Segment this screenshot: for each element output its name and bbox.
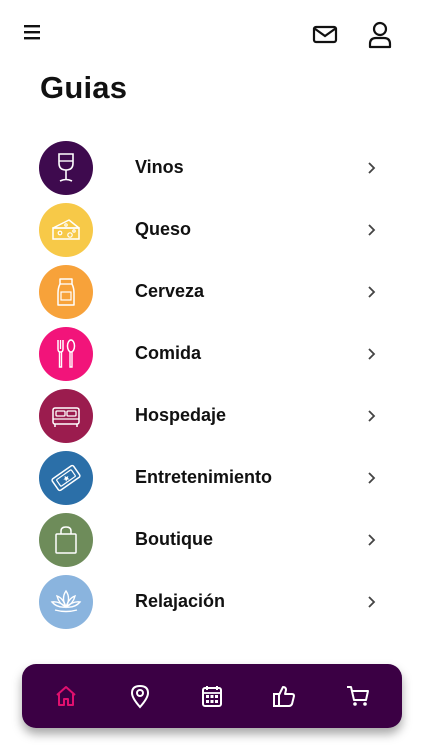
list-item-cerveza[interactable]: Cerveza — [0, 262, 422, 324]
cheese-icon — [39, 203, 93, 257]
user-icon[interactable] — [366, 20, 394, 50]
chevron-right-icon — [368, 224, 376, 236]
cutlery-icon — [39, 327, 93, 381]
list-item-label: Entretenimiento — [135, 467, 273, 487]
list-item-vinos[interactable]: Vinos — [0, 138, 422, 200]
list-item-label: Comida — [135, 343, 202, 363]
ticket-icon — [39, 451, 93, 505]
location-pin-icon[interactable] — [123, 679, 157, 713]
beer-icon — [39, 265, 93, 319]
lotus-icon — [39, 575, 93, 629]
list-item-queso[interactable]: Queso — [0, 200, 422, 262]
list-item-label: Vinos — [135, 157, 184, 177]
list-item-hospedaje[interactable]: Hospedaje — [0, 386, 422, 448]
list-item-entretenimiento[interactable]: Entretenimiento — [0, 448, 422, 510]
chevron-right-icon — [368, 534, 376, 546]
list-item-label: Queso — [135, 219, 192, 239]
shopping-bag-icon — [39, 513, 93, 567]
calendar-icon[interactable] — [195, 679, 229, 713]
chevron-right-icon — [368, 162, 376, 174]
list-item-comida[interactable]: Comida — [0, 324, 422, 386]
wine-glass-icon — [39, 141, 93, 195]
home-icon[interactable] — [49, 679, 83, 713]
list-item-label: Hospedaje — [135, 405, 227, 425]
list-item-label: Relajación — [135, 591, 226, 611]
chevron-right-icon — [368, 410, 376, 422]
list-item-boutique[interactable]: Boutique — [0, 510, 422, 572]
chevron-right-icon — [368, 286, 376, 298]
bottom-nav — [22, 664, 402, 728]
bed-icon — [39, 389, 93, 443]
thumbs-up-icon[interactable] — [267, 679, 301, 713]
list-item-label: Boutique — [135, 529, 213, 549]
top-bar — [0, 0, 422, 70]
list-item-relajacion[interactable]: Relajación — [0, 572, 422, 634]
hamburger-menu-icon[interactable] — [22, 22, 44, 42]
cart-icon[interactable] — [341, 679, 375, 713]
mail-icon[interactable] — [311, 22, 339, 48]
list-item-label: Cerveza — [135, 281, 205, 301]
chevron-right-icon — [368, 348, 376, 360]
page-title: Guias — [40, 70, 128, 105]
chevron-right-icon — [368, 472, 376, 484]
chevron-right-icon — [368, 596, 376, 608]
